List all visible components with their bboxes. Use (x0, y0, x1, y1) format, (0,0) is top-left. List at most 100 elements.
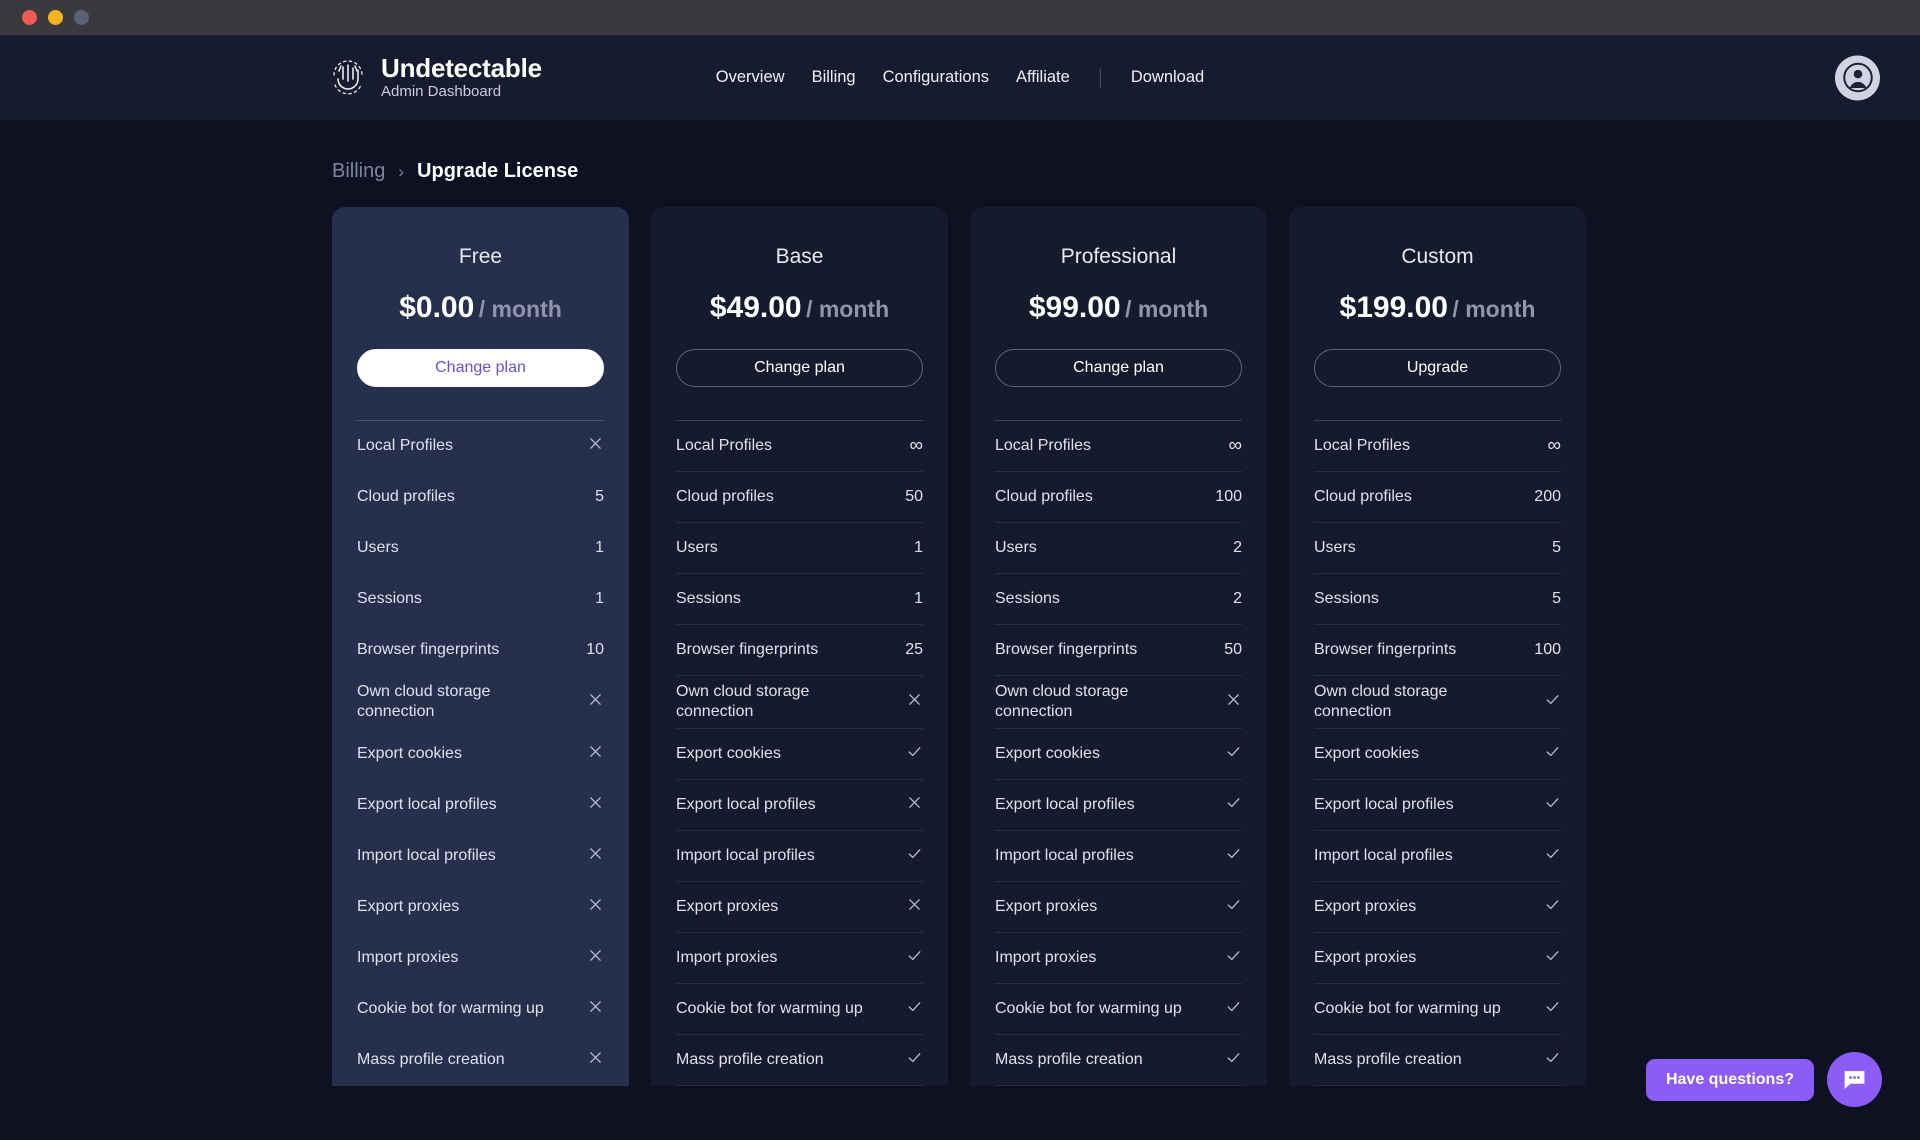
check-icon (908, 951, 921, 961)
feature-label: Export cookies (676, 745, 781, 762)
feature-label: Users (676, 539, 718, 556)
feature-value: 1 (914, 539, 923, 556)
pricing-card-custom: Custom $199.00 / month Upgrade Local Profil… (1289, 207, 1586, 1086)
nav-item-billing[interactable]: Billing (812, 68, 856, 87)
nav-item-overview[interactable]: Overview (716, 68, 785, 87)
feature-label: Import local profiles (1314, 847, 1453, 864)
feature-row: Import local profiles (1314, 831, 1561, 882)
plan-price: $0.00 (399, 291, 475, 324)
feature-label: Import proxies (995, 949, 1097, 966)
cross-icon (590, 899, 601, 910)
feature-row: Local Profiles ∞ (1314, 421, 1561, 472)
plan-name: Custom (1401, 245, 1474, 268)
main-nav: Overview Billing Configurations Affiliat… (716, 67, 1204, 88)
feature-row: Browser fingerprints 25 (676, 625, 923, 676)
user-avatar-icon (1842, 62, 1873, 93)
chat-prompt-label[interactable]: Have questions? (1645, 1058, 1814, 1101)
feature-label: Import local profiles (995, 847, 1134, 864)
feature-label: Cookie bot for warming up (357, 1000, 544, 1017)
feature-label: Local Profiles (1314, 437, 1411, 454)
avatar[interactable] (1835, 55, 1880, 100)
feature-label: Export cookies (995, 745, 1100, 762)
feature-value: 200 (1534, 488, 1561, 505)
plan-action-button[interactable]: Upgrade (1314, 349, 1561, 387)
brand-logo-block[interactable]: Undetectable Admin Dashboard (330, 54, 542, 100)
feature-value (1539, 947, 1561, 969)
feature-row: Own cloud storage connection (995, 676, 1242, 729)
cross-icon (909, 694, 920, 705)
feature-value (1539, 845, 1561, 867)
feature-value: ∞ (1547, 435, 1561, 456)
feature-label: Mass profile creation (357, 1051, 505, 1068)
plan-action-button[interactable]: Change plan (995, 349, 1242, 387)
nav-item-affiliate[interactable]: Affiliate (1016, 68, 1070, 87)
feature-label: Export proxies (676, 898, 779, 915)
plan-name: Free (458, 245, 503, 268)
feature-value (1539, 896, 1561, 918)
breadcrumb-link-billing[interactable]: Billing (332, 160, 385, 183)
feature-row: Users 1 (676, 523, 923, 574)
feature-label: Export local profiles (357, 796, 497, 813)
chat-open-button[interactable] (1827, 1052, 1882, 1107)
feature-value (582, 947, 604, 969)
feature-row: Import proxies (676, 933, 923, 984)
plan-action-button[interactable]: Change plan (357, 349, 604, 387)
feature-row: Sessions 5 (1314, 574, 1561, 625)
nav-item-configurations[interactable]: Configurations (883, 68, 989, 87)
feature-label: Browser fingerprints (357, 641, 500, 658)
cross-icon (590, 694, 601, 705)
feature-value (901, 743, 923, 765)
feature-row: Export proxies (1314, 933, 1561, 984)
feature-label: Export local profiles (676, 796, 816, 813)
plan-period: / month (1125, 296, 1209, 322)
feature-label: Users (357, 539, 399, 556)
feature-label: Own cloud storage connection (676, 683, 810, 720)
feature-value: 100 (1534, 641, 1561, 658)
pricing-card-free: Free $0.00 / month Change plan Local Profil… (332, 207, 629, 1086)
feature-row: Cloud profiles 100 (995, 472, 1242, 523)
feature-value (1539, 691, 1561, 713)
feature-row: Sessions 1 (357, 574, 604, 625)
feature-label: Export proxies (357, 898, 460, 915)
feature-label: Cookie bot for warming up (1314, 1000, 1501, 1017)
cross-icon (590, 1001, 601, 1012)
plan-period: / month (478, 296, 562, 322)
feature-label: Export proxies (995, 898, 1098, 915)
feature-value: ∞ (1228, 435, 1242, 456)
feature-value (1220, 743, 1242, 765)
plan-period: / month (806, 296, 890, 322)
feature-value: 50 (905, 488, 923, 505)
cross-icon (590, 797, 601, 808)
cross-icon (909, 797, 920, 808)
feature-row: Export local profiles (676, 780, 923, 831)
check-icon (1546, 900, 1559, 910)
window-minimize-button[interactable] (48, 10, 63, 25)
plan-price-row: $99.00 / month (995, 291, 1242, 325)
window-maximize-button[interactable] (74, 10, 89, 25)
nav-item-download[interactable]: Download (1131, 68, 1204, 87)
cross-icon (1228, 694, 1239, 705)
cross-icon (590, 438, 601, 449)
feature-row: Export cookies (1314, 729, 1561, 780)
feature-row: Mass profile creation (1314, 1035, 1561, 1086)
feature-row: Export cookies (676, 729, 923, 780)
plan-period: / month (1452, 296, 1536, 322)
feature-value (901, 1049, 923, 1071)
plan-action-button[interactable]: Change plan (676, 349, 923, 387)
feature-value (901, 845, 923, 867)
check-icon (1227, 1002, 1240, 1012)
feature-row: Import proxies (995, 933, 1242, 984)
pricing-card-professional: Professional $99.00 / month Change plan Loc… (970, 207, 1267, 1086)
check-icon (1546, 849, 1559, 859)
feature-label: Browser fingerprints (995, 641, 1138, 658)
feature-row: Cookie bot for warming up (995, 984, 1242, 1035)
feature-row: Import local profiles (357, 831, 604, 882)
feature-value (901, 947, 923, 969)
pricing-cards-container: Free $0.00 / month Change plan Local Profil… (0, 183, 1920, 1086)
check-icon (1227, 951, 1240, 961)
check-icon (1546, 1053, 1559, 1063)
feature-label: Cloud profiles (357, 488, 455, 505)
check-icon (1227, 747, 1240, 757)
window-close-button[interactable] (22, 10, 37, 25)
brand-subtitle: Admin Dashboard (381, 83, 502, 101)
